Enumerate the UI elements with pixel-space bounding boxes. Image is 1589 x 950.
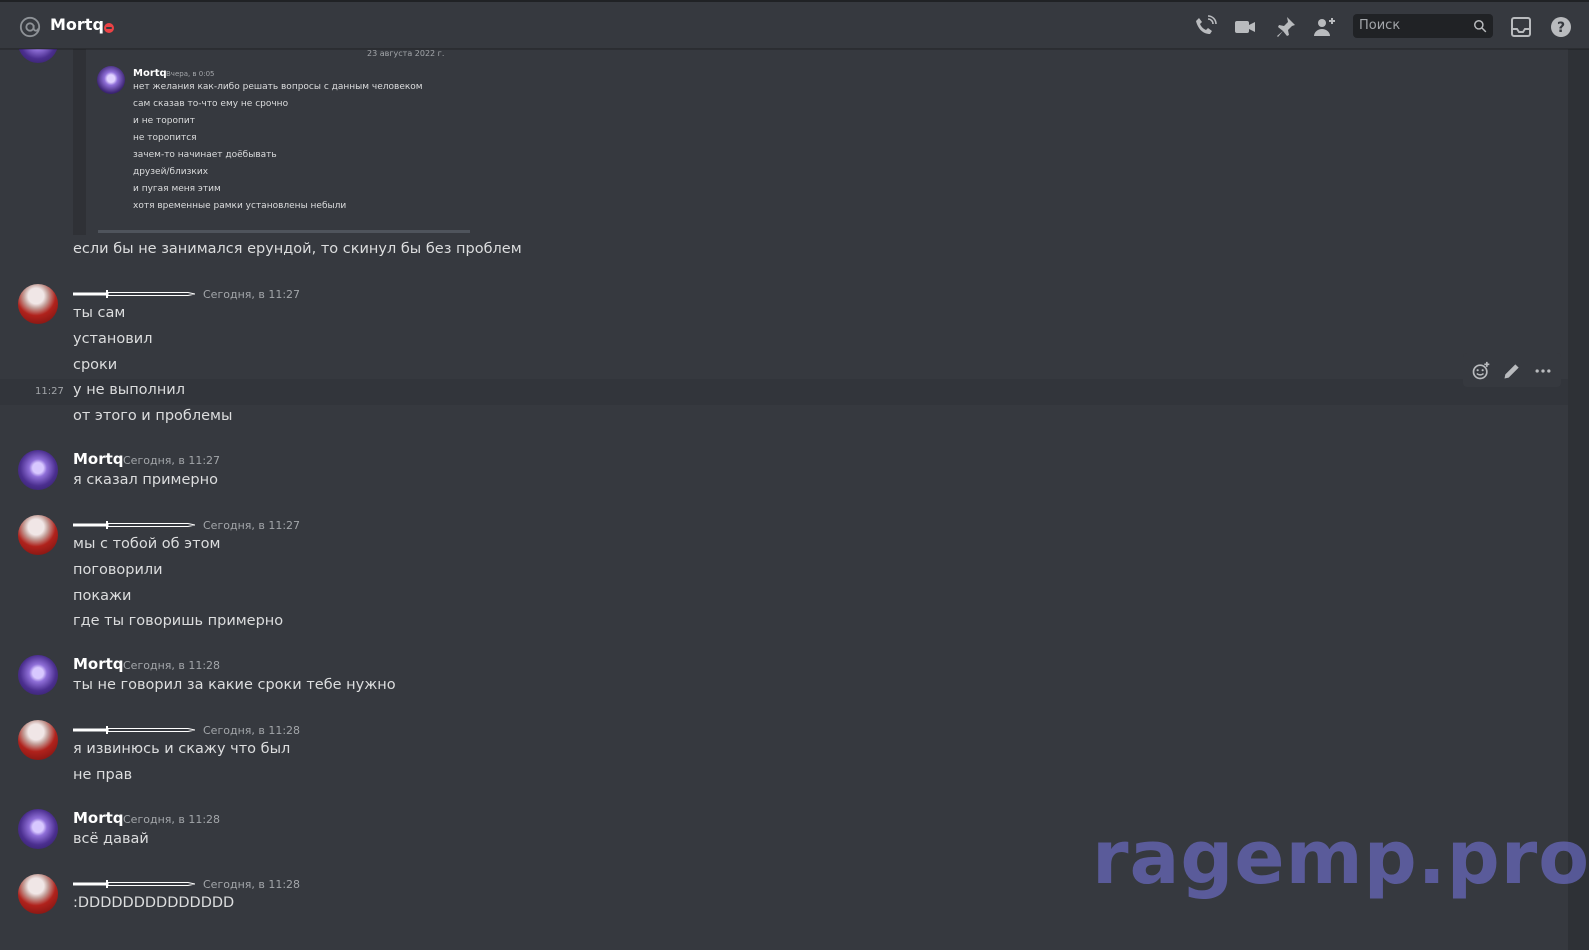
pin-icon[interactable]: [1273, 15, 1297, 39]
message-line: не прав: [73, 767, 133, 783]
embed-avatar: [97, 66, 125, 94]
embed-line: хотя временные рамки установлены небыли: [133, 201, 347, 211]
message-author[interactable]: Mortq: [73, 809, 124, 827]
embed-author: Mortq: [133, 68, 167, 79]
search-input[interactable]: Поиск: [1353, 14, 1493, 38]
avatar[interactable]: [18, 655, 58, 695]
message-timestamp: Сегодня, в 11:28: [203, 724, 301, 737]
embed-line: и пугая меня этим: [133, 184, 221, 194]
message-line: мы с тобой об этом: [73, 536, 221, 552]
message-line: где ты говоришь примерно: [73, 613, 284, 629]
message-line: от этого и проблемы: [73, 408, 233, 424]
avatar[interactable]: [18, 284, 58, 324]
avatar[interactable]: [18, 809, 58, 849]
message-timestamp: Сегодня, в 11:27: [123, 454, 221, 467]
message-timestamp: Сегодня, в 11:27: [203, 519, 301, 532]
embed-line: сам сказав то-что ему не срочно: [133, 99, 289, 109]
message-line: всё давай: [73, 831, 149, 847]
message-timestamp: Сегодня, в 11:27: [203, 288, 301, 301]
message-line: поговорили: [73, 562, 163, 578]
embed-line: друзей/близких: [133, 167, 209, 177]
video-camera-icon[interactable]: [1233, 15, 1257, 39]
username-sword-icon[interactable]: [73, 726, 195, 734]
help-icon[interactable]: ?: [1549, 15, 1573, 39]
watermark: ragemp.pro: [1092, 815, 1589, 901]
edit-icon[interactable]: [1502, 361, 1522, 381]
embed-line: и не торопит: [133, 116, 195, 126]
message-timestamp: Сегодня, в 11:28: [203, 878, 301, 891]
search-placeholder: Поиск: [1359, 18, 1401, 33]
message-timestamp: Сегодня, в 11:28: [123, 813, 221, 826]
avatar[interactable]: [18, 874, 58, 914]
embed-line: не торопится: [133, 133, 197, 143]
message-line: если бы не занимался ерундой, то скинул …: [73, 241, 522, 257]
message-line: я сказал примерно: [73, 472, 218, 488]
message-line: сроки: [73, 357, 118, 373]
channel-header: Mortq Поиск ?: [0, 0, 1589, 49]
avatar[interactable]: [18, 450, 58, 490]
embed-border: [73, 49, 86, 235]
inbox-icon[interactable]: [1509, 15, 1533, 39]
message-line: ты не говорил за какие сроки тебе нужно: [73, 677, 396, 693]
username-sword-icon[interactable]: [73, 521, 195, 529]
message-line: :DDDDDDDDDDDDDD: [73, 895, 235, 911]
svg-text:?: ?: [1557, 20, 1565, 36]
embed-timestamp: Вчера, в 0:05: [166, 70, 215, 78]
message-author[interactable]: Mortq: [73, 655, 124, 673]
avatar[interactable]: [18, 49, 58, 63]
message-line: ты сам: [73, 305, 126, 321]
message-line: у не выполнил: [73, 382, 185, 398]
hover-timestamp: 11:27: [35, 386, 64, 397]
message-line: покажи: [73, 588, 132, 604]
add-friend-icon[interactable]: [1313, 15, 1337, 39]
search-icon: [1474, 20, 1487, 33]
dnd-status-icon: [104, 23, 114, 33]
at-icon: [19, 16, 41, 38]
hovered-message-row[interactable]: [0, 379, 1568, 405]
embed-line: нет желания как-либо решать вопросы с да…: [133, 82, 423, 92]
avatar[interactable]: [18, 720, 58, 760]
message-timestamp: Сегодня, в 11:28: [123, 659, 221, 672]
message-actions-toolbar: [1463, 353, 1561, 387]
more-icon[interactable]: [1533, 361, 1553, 381]
embed-date: 23 августа 2022 г.: [367, 49, 445, 58]
username-sword-icon[interactable]: [73, 880, 195, 888]
channel-title: Mortq: [50, 15, 104, 34]
username-sword-icon[interactable]: [73, 290, 195, 298]
phone-call-icon[interactable]: [1193, 15, 1217, 39]
embed-line: зачем-то начинает доёбывать: [133, 150, 277, 160]
embed-divider: [98, 230, 470, 233]
embedded-screenshot[interactable]: 23 августа 2022 г. Mortq Вчера, в 0:05 н…: [73, 49, 470, 235]
add-reaction-icon[interactable]: [1471, 361, 1491, 381]
message-author[interactable]: Mortq: [73, 450, 124, 468]
message-line: установил: [73, 331, 153, 347]
message-line: я извинюсь и скажу что был: [73, 741, 291, 757]
avatar[interactable]: [18, 515, 58, 555]
